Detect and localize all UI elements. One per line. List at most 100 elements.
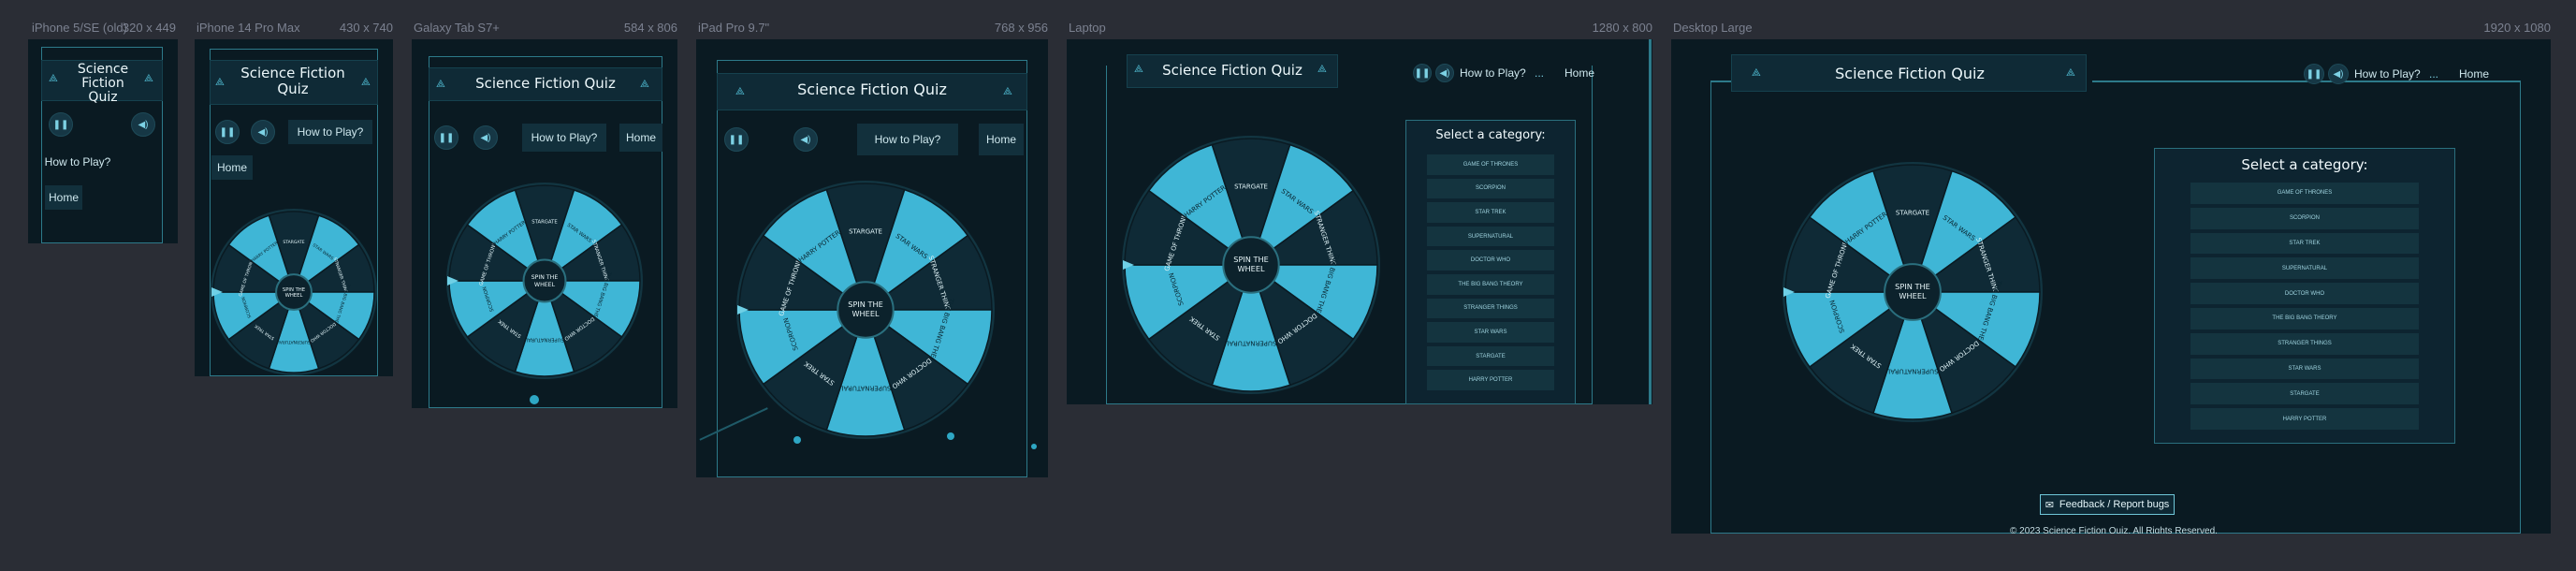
home-link[interactable]: Home — [2459, 67, 2489, 81]
triangle-logo-icon: ⟁ — [1003, 86, 1012, 97]
screen: ⟁ ⟁ Science Fiction Quiz ❚❚ ◀) How to Pl… — [1671, 39, 2551, 534]
home-link[interactable]: Home — [1565, 66, 1594, 80]
screen: ⟁ ⟁ Science Fiction Quiz ❚❚ ◀) How to Pl… — [1067, 39, 1652, 404]
copyright: © 2023 Science Fiction Quiz. All Rights … — [2010, 526, 2218, 534]
decor-dot — [530, 395, 539, 404]
pause-icon: ❚❚ — [1414, 67, 1431, 79]
category-item[interactable]: THE BIG BANG THEORY — [2190, 308, 2419, 329]
category-item[interactable]: GAME OF THRONES — [2190, 183, 2419, 204]
triangle-logo-icon: ⟁ — [1134, 64, 1143, 75]
how-to-play-link[interactable]: How to Play? — [1460, 66, 1526, 80]
sound-button[interactable]: ◀) — [793, 127, 818, 152]
triangle-logo-icon: ⟁ — [1752, 67, 1761, 79]
home-button[interactable]: Home — [979, 124, 1024, 155]
feedback-label: Feedback / Report bugs — [2059, 499, 2170, 510]
category-item[interactable]: SCORPION — [1426, 178, 1555, 199]
frame-dims: 1920 x 1080 — [2483, 21, 2551, 35]
pause-button[interactable]: ❚❚ — [434, 125, 458, 150]
pause-button[interactable]: ❚❚ — [2304, 64, 2324, 84]
category-item[interactable]: DOCTOR WHO — [2190, 283, 2419, 304]
wheel-segment-label: SUPERNATURAL — [1226, 340, 1277, 347]
sound-button[interactable]: ◀) — [251, 120, 275, 144]
category-item[interactable]: SUPERNATURAL — [2190, 257, 2419, 280]
frame-desktop: Desktop Large 1920 x 1080 ⟁ ⟁ Science Fi… — [1671, 0, 2551, 571]
spin-wheel[interactable]: STARGATESTAR WARSSTRANGER THINGSTHE BIG … — [210, 208, 378, 376]
category-item[interactable]: HARRY POTTER — [1426, 370, 1555, 390]
wheel-segment-label: STARGATE — [531, 219, 558, 225]
category-item[interactable]: DOCTOR WHO — [1426, 250, 1555, 271]
page-title: Science Fiction Quiz — [77, 62, 129, 105]
how-to-play-button[interactable]: How to Play? — [45, 150, 111, 174]
feedback-button[interactable]: ✉ Feedback / Report bugs — [2040, 494, 2175, 515]
wheel-segment-label: STARGATE — [1234, 183, 1268, 190]
frame-name: Laptop — [1069, 21, 1106, 35]
category-item[interactable]: STRANGER THINGS — [1426, 298, 1555, 319]
pause-icon: ❚❚ — [728, 134, 745, 145]
frame-name: iPhone 14 Pro Max — [196, 21, 300, 35]
triangle-logo-icon: ⟁ — [2066, 67, 2075, 79]
wheel-segment-label: SUPERNATURAL — [840, 385, 892, 392]
category-item[interactable]: STAR WARS — [1426, 322, 1555, 343]
pause-button[interactable]: ❚❚ — [1413, 64, 1432, 82]
frame-ipad: iPad Pro 9.7" 768 x 956 ⟁ ⟁ Science Fict… — [696, 0, 1048, 571]
frame-name: iPhone 5/SE (old) — [32, 21, 127, 35]
triangle-logo-icon: ⟁ — [735, 86, 745, 97]
sound-button[interactable]: ◀) — [473, 125, 498, 150]
frame-name: Desktop Large — [1673, 21, 1753, 35]
how-to-play-button[interactable]: How to Play? — [857, 124, 958, 155]
spin-label: SPIN THE — [1233, 255, 1268, 264]
category-item[interactable]: STARGATE — [2190, 383, 2419, 405]
sound-button[interactable]: ◀) — [2328, 64, 2349, 84]
frame-name: Galaxy Tab S7+ — [414, 21, 500, 35]
spin-wheel[interactable]: STARGATESTAR WARSSTRANGER THINGSTHE BIG … — [1121, 135, 1381, 395]
category-item[interactable]: STRANGER THINGS — [2190, 332, 2419, 355]
triangle-logo-icon: ⟁ — [144, 73, 153, 84]
sound-icon: ◀) — [2333, 68, 2344, 80]
triangle-logo-icon: ⟁ — [49, 73, 58, 84]
frame-dims: 320 x 449 — [122, 21, 176, 35]
page-title: Science Fiction Quiz — [1162, 62, 1303, 79]
sound-button[interactable]: ◀) — [1435, 64, 1454, 82]
how-to-play-button[interactable]: How to Play? — [522, 124, 606, 152]
sound-button[interactable]: ◀) — [131, 112, 155, 137]
spin-label: SPIN THE — [848, 300, 882, 309]
wheel-segment-label: STARGATE — [283, 240, 304, 245]
home-button[interactable]: Home — [211, 155, 253, 180]
frame-galaxy-tab: Galaxy Tab S7+ 584 x 806 ⟁ ⟁ Science Fic… — [412, 0, 677, 571]
category-item[interactable]: STAR TREK — [1426, 202, 1555, 223]
category-panel: Select a category: GAME OF THRONES SCORPI… — [2154, 148, 2455, 444]
spin-wheel[interactable]: STARGATESTAR WARSSTRANGER THINGSTHE BIG … — [1782, 161, 2044, 423]
category-item[interactable]: STARGATE — [1426, 345, 1555, 367]
category-item[interactable]: STAR TREK — [2190, 232, 2419, 255]
category-title: Select a category: — [1435, 128, 1546, 142]
wheel-segment-label: SUPERNATURAL — [1886, 367, 1938, 374]
category-item[interactable]: SUPERNATURAL — [1426, 226, 1555, 247]
spin-label: WHEEL — [851, 309, 880, 318]
spin-label: SPIN THE — [1895, 282, 1930, 291]
category-item[interactable]: HARRY POTTER — [2190, 408, 2419, 430]
triangle-logo-icon: ⟁ — [436, 79, 445, 90]
spin-wheel[interactable]: STARGATESTAR WARSSTRANGER THINGSTHE BIG … — [445, 182, 644, 380]
home-button[interactable]: Home — [45, 185, 82, 210]
pause-button[interactable]: ❚❚ — [49, 112, 73, 137]
how-to-play-button[interactable]: How to Play? — [288, 120, 372, 144]
category-panel: Select a category: GAME OF THRONES SCORPI… — [1405, 120, 1576, 404]
pause-button[interactable]: ❚❚ — [724, 127, 749, 152]
frame-dims: 584 x 806 — [623, 21, 677, 35]
page-title: Science Fiction Quiz — [475, 75, 616, 92]
spin-wheel[interactable]: STARGATESTAR WARSSTRANGER THINGSTHE BIG … — [735, 180, 996, 440]
how-to-play-link[interactable]: How to Play? — [2354, 67, 2421, 81]
pause-icon: ❚❚ — [438, 132, 455, 143]
spin-label: SPIN THE — [531, 274, 559, 281]
category-item[interactable]: SCORPION — [2190, 207, 2419, 229]
home-button[interactable]: Home — [619, 124, 662, 152]
pause-button[interactable]: ❚❚ — [215, 120, 240, 144]
category-item[interactable]: THE BIG BANG THEORY — [1426, 274, 1555, 295]
sound-icon: ◀) — [138, 119, 149, 130]
frame-iphone-se: iPhone 5/SE (old) 320 x 449 ⟁ ⟁ Science … — [28, 0, 178, 571]
category-item[interactable]: STAR WARS — [2190, 358, 2419, 380]
frame-iphone-14: iPhone 14 Pro Max 430 x 740 ⟁ ⟁ Science … — [195, 0, 393, 571]
mail-icon: ✉ — [2045, 499, 2054, 511]
category-item[interactable]: GAME OF THRONES — [1426, 154, 1555, 175]
decor-line — [1649, 39, 1652, 404]
